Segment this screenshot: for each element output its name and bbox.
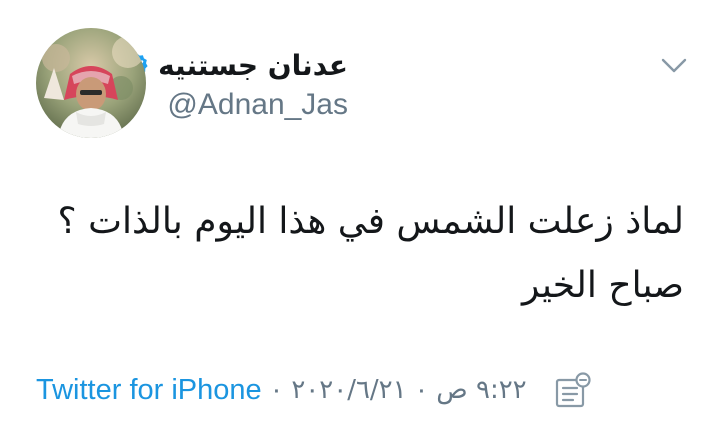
chevron-down-icon: [661, 58, 687, 73]
tweet-time[interactable]: ٩:٢٢ ص: [436, 375, 526, 405]
meta-separator: ·: [271, 373, 282, 406]
tweet-text-line: لماذ زعلت الشمس في هذا اليوم بالذات ؟: [57, 201, 684, 242]
author-avatar[interactable]: [36, 28, 146, 138]
tweet-menu-button[interactable]: [656, 52, 692, 80]
tweet-analytics-icon[interactable]: [551, 368, 595, 412]
author-block[interactable]: عدنان جستنيه @Adnan_Jas: [124, 44, 348, 122]
tweet-meta: Twitter for iPhone · ٢٠٢٠/٦/٢١ · ٩:٢٢ ص: [36, 368, 595, 412]
tweet-card: عدنان جستنيه @Adnan_Jas لماذ زعلت الشمس …: [0, 0, 720, 437]
tweet-date[interactable]: ٢٠٢٠/٦/٢١: [291, 375, 406, 405]
author-display-name[interactable]: عدنان جستنيه: [158, 49, 348, 82]
tweet-text: لماذ زعلت الشمس في هذا اليوم بالذات ؟ صب…: [58, 190, 684, 318]
meta-separator: ·: [416, 373, 427, 406]
author-handle[interactable]: @Adnan_Jas: [124, 88, 348, 122]
tweet-text-line: صباح الخير: [521, 265, 684, 306]
tweet-source-link[interactable]: Twitter for iPhone: [36, 374, 262, 407]
author-name-row: عدنان جستنيه: [124, 44, 348, 86]
